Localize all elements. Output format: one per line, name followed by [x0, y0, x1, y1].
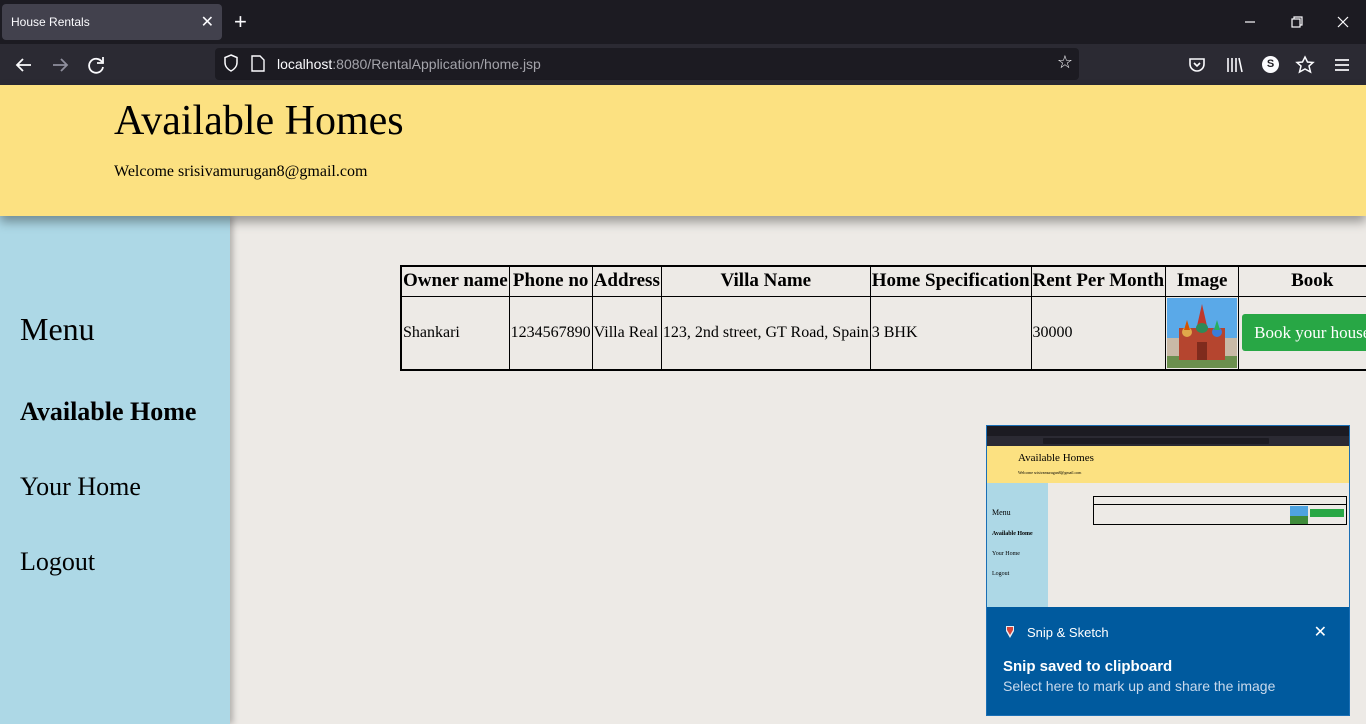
tab-close-icon[interactable]: ✕ [201, 12, 214, 32]
thumbnail-welcome: Welcome srisivamurugan8@gmail.com [1018, 470, 1082, 475]
thumbnail-title: Available Homes [1018, 452, 1094, 464]
menu-title: Menu [20, 311, 95, 347]
villa-cell: 123, 2nd street, GT Road, Spain [660, 295, 871, 370]
column-header: Phone no [508, 265, 593, 297]
book-your-house-button[interactable]: Book your house [1242, 314, 1366, 351]
snip-notification[interactable]: Available Homes Welcome srisivamurugan8@… [986, 425, 1350, 716]
browser-nav-bar: localhost:8080/RentalApplication/home.js… [0, 44, 1366, 85]
page-header: Available Homes Welcome srisivamurugan8@… [0, 85, 1366, 216]
library-icon[interactable] [1222, 53, 1246, 77]
url-path: :8080/RentalApplication/home.jsp [332, 56, 541, 72]
column-header: Image [1165, 265, 1240, 297]
thumbnail-menu: Menu [992, 508, 1011, 517]
thumbnail-tab-strip [987, 426, 1349, 436]
table-row: Shankari 1234567890 Villa Real 123, 2nd … [400, 295, 1366, 370]
profile-avatar[interactable]: S [1262, 56, 1279, 73]
column-header: Owner name [400, 265, 510, 297]
page-title: Available Homes [114, 98, 404, 144]
shield-icon[interactable] [223, 54, 239, 72]
bookmark-star-icon[interactable]: ☆ [1057, 52, 1073, 73]
thumbnail-item: Logout [992, 571, 1010, 577]
owner-cell: Shankari [400, 295, 510, 370]
reload-icon[interactable] [84, 53, 108, 77]
notification-close-icon[interactable]: ✕ [1314, 622, 1327, 641]
column-header: Rent Per Month [1030, 265, 1167, 297]
minimize-icon[interactable] [1244, 16, 1256, 28]
book-cell: Book your house [1238, 295, 1366, 370]
notification-body: Select here to mark up and share the ima… [1003, 678, 1276, 694]
sidebar: Menu Available Home Your Home Logout [0, 216, 230, 724]
thumbnail-item: Available Home [992, 531, 1033, 537]
column-header: Home Specification [869, 265, 1032, 297]
window-close-icon[interactable] [1337, 16, 1349, 28]
column-header: Book [1238, 265, 1366, 297]
table-header-row: Owner name Phone no Address Villa Name H… [400, 265, 1366, 297]
hamburger-menu-icon[interactable] [1330, 53, 1354, 77]
rent-cell: 30000 [1030, 295, 1167, 370]
thumbnail-sidebar: Menu Available Home Your Home Logout [987, 483, 1048, 607]
image-cell [1165, 295, 1240, 370]
welcome-text: Welcome srisivamurugan8@gmail.com [114, 163, 368, 180]
page-icon[interactable] [251, 55, 265, 72]
snip-sketch-icon [1006, 626, 1014, 638]
notification-app-name: Snip & Sketch [1027, 625, 1109, 640]
column-header: Address [591, 265, 662, 297]
restore-icon[interactable] [1291, 16, 1303, 28]
address-bar[interactable]: localhost:8080/RentalApplication/home.js… [215, 48, 1079, 80]
homes-table: Owner name Phone no Address Villa Name H… [400, 265, 1366, 371]
url-host: localhost [277, 56, 333, 72]
notification-title: Snip saved to clipboard [1003, 658, 1173, 675]
back-icon[interactable] [12, 53, 36, 77]
column-header: Villa Name [660, 265, 871, 297]
sidebar-item-your-home[interactable]: Your Home [20, 472, 141, 502]
thumbnail-house-image [1290, 506, 1308, 524]
thumbnail-book-button [1310, 509, 1344, 517]
sidebar-item-logout[interactable]: Logout [20, 547, 95, 577]
new-tab-button[interactable]: + [234, 9, 247, 35]
snip-thumbnail[interactable]: Available Homes Welcome srisivamurugan8@… [987, 426, 1349, 607]
thumbnail-item: Your Home [992, 551, 1020, 557]
address-cell: Villa Real [591, 295, 662, 370]
phone-cell: 1234567890 [508, 295, 593, 370]
thumbnail-table-header [1094, 497, 1346, 505]
tab-title: House Rentals [11, 15, 90, 29]
pocket-icon[interactable] [1185, 53, 1209, 77]
thumbnail-header: Available Homes Welcome srisivamurugan8@… [987, 446, 1349, 483]
extensions-icon[interactable] [1293, 53, 1317, 77]
house-image [1167, 297, 1238, 368]
browser-tab-strip: House Rentals ✕ + [0, 0, 1366, 44]
thumbnail-table [1093, 496, 1347, 525]
sidebar-item-available-home[interactable]: Available Home [20, 397, 196, 427]
forward-icon[interactable] [48, 53, 72, 77]
browser-tab[interactable]: House Rentals ✕ [2, 4, 222, 40]
url-text[interactable]: localhost:8080/RentalApplication/home.js… [277, 56, 541, 72]
spec-cell: 3 BHK [869, 295, 1032, 370]
thumbnail-address-bar [1043, 438, 1269, 444]
